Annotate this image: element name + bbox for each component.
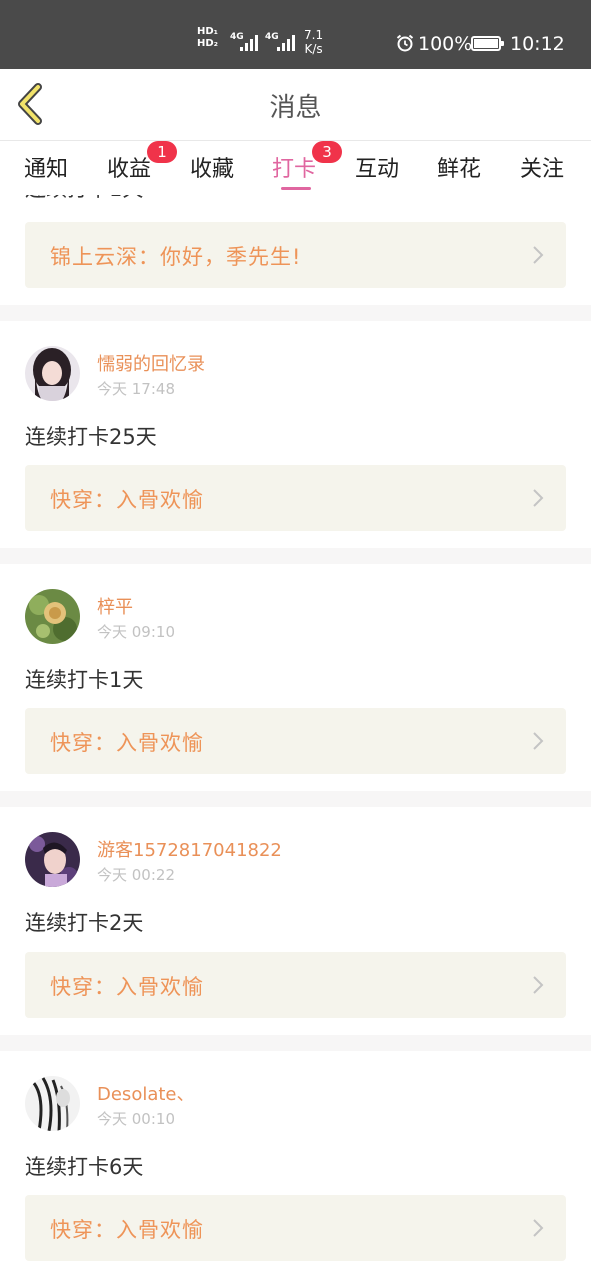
book-title: 快穿：入骨欢愉 xyxy=(50,975,204,999)
active-tab-indicator xyxy=(281,187,311,190)
chevron-right-icon xyxy=(533,732,544,750)
timestamp: 今天 09:10 xyxy=(97,623,175,641)
battery-icon xyxy=(471,36,504,51)
signal-icon xyxy=(277,33,295,51)
divider xyxy=(0,791,591,807)
battery-percent: 100% xyxy=(418,33,473,55)
tab-label: 收藏 xyxy=(190,157,235,182)
tab-checkin[interactable]: 打卡 3 xyxy=(272,141,342,190)
tab-interaction[interactable]: 互动 xyxy=(355,151,399,183)
checkin-message: 连续打卡1天 xyxy=(25,668,144,692)
book-link-card[interactable]: 锦上云深：你好，季先生! xyxy=(25,222,566,288)
chevron-right-icon xyxy=(533,976,544,994)
network-speed: 7.1 K/s xyxy=(304,28,324,56)
timestamp: 今天 00:22 xyxy=(97,866,175,884)
divider xyxy=(0,1035,591,1051)
message-list[interactable]: 连续打卡1天 锦上云深：你好，季先生! 懦弱的回忆录 今天 17:48 连续打卡… xyxy=(0,195,591,1280)
tab-flowers[interactable]: 鲜花 xyxy=(437,151,481,183)
book-title: 快穿：入骨欢愉 xyxy=(50,731,204,755)
tab-badge: 1 xyxy=(147,141,177,163)
book-link-card[interactable]: 快穿：入骨欢愉 xyxy=(25,708,566,774)
checkin-message: 连续打卡25天 xyxy=(25,425,157,449)
divider xyxy=(0,305,591,321)
tab-label: 互动 xyxy=(355,157,400,182)
book-link-card[interactable]: 快穿：入骨欢愉 xyxy=(25,1195,566,1261)
tab-label: 收益 xyxy=(107,157,152,182)
book-title: 锦上云深：你好，季先生! xyxy=(50,245,302,269)
app-header: 消息 xyxy=(0,69,591,141)
tab-label: 鲜花 xyxy=(437,157,482,182)
book-link-card[interactable]: 快穿：入骨欢愉 xyxy=(25,465,566,531)
page-title: 消息 xyxy=(269,93,322,123)
tab-label: 打卡 xyxy=(272,157,317,182)
avatar[interactable] xyxy=(25,1076,80,1131)
chevron-right-icon xyxy=(533,489,544,507)
checkin-message: 连续打卡6天 xyxy=(25,1155,144,1179)
user-name[interactable]: Desolate、 xyxy=(97,1080,195,1106)
tab-badge: 3 xyxy=(312,141,342,163)
signal-icon xyxy=(240,33,258,51)
user-name[interactable]: 懦弱的回忆录 xyxy=(97,350,205,376)
hd-indicator: HD₁ HD₂ xyxy=(197,26,219,49)
tab-bar: 通知 收益 1 收藏 打卡 3 互动 鲜花 关注 xyxy=(0,141,591,195)
chevron-right-icon xyxy=(533,246,544,264)
checkin-message: 连续打卡1天 xyxy=(25,195,143,203)
tab-label: 通知 xyxy=(24,157,69,182)
timestamp: 今天 00:10 xyxy=(97,1110,175,1128)
book-title: 快穿：入骨欢愉 xyxy=(50,488,204,512)
clock: 10:12 xyxy=(510,33,565,55)
book-link-card[interactable]: 快穿：入骨欢愉 xyxy=(25,952,566,1018)
divider xyxy=(0,548,591,564)
user-name[interactable]: 梓平 xyxy=(97,593,133,619)
alarm-icon xyxy=(396,34,414,52)
avatar[interactable] xyxy=(25,832,80,887)
status-bar: HD₁ HD₂ 4G 4G 7.1 K/s 100% 10:12 xyxy=(0,0,591,69)
user-name[interactable]: 游客1572817041822 xyxy=(97,836,282,862)
tab-follow[interactable]: 关注 xyxy=(520,151,564,183)
checkin-message: 连续打卡2天 xyxy=(25,911,144,935)
book-title: 快穿：入骨欢愉 xyxy=(50,1218,204,1242)
avatar[interactable] xyxy=(25,589,80,644)
chevron-right-icon xyxy=(533,1219,544,1237)
tab-earnings[interactable]: 收益 1 xyxy=(107,141,177,183)
tab-notifications[interactable]: 通知 xyxy=(24,151,68,183)
tab-favorites[interactable]: 收藏 xyxy=(190,151,234,183)
avatar[interactable] xyxy=(25,346,80,401)
timestamp: 今天 17:48 xyxy=(97,380,175,398)
tab-label: 关注 xyxy=(520,157,565,182)
